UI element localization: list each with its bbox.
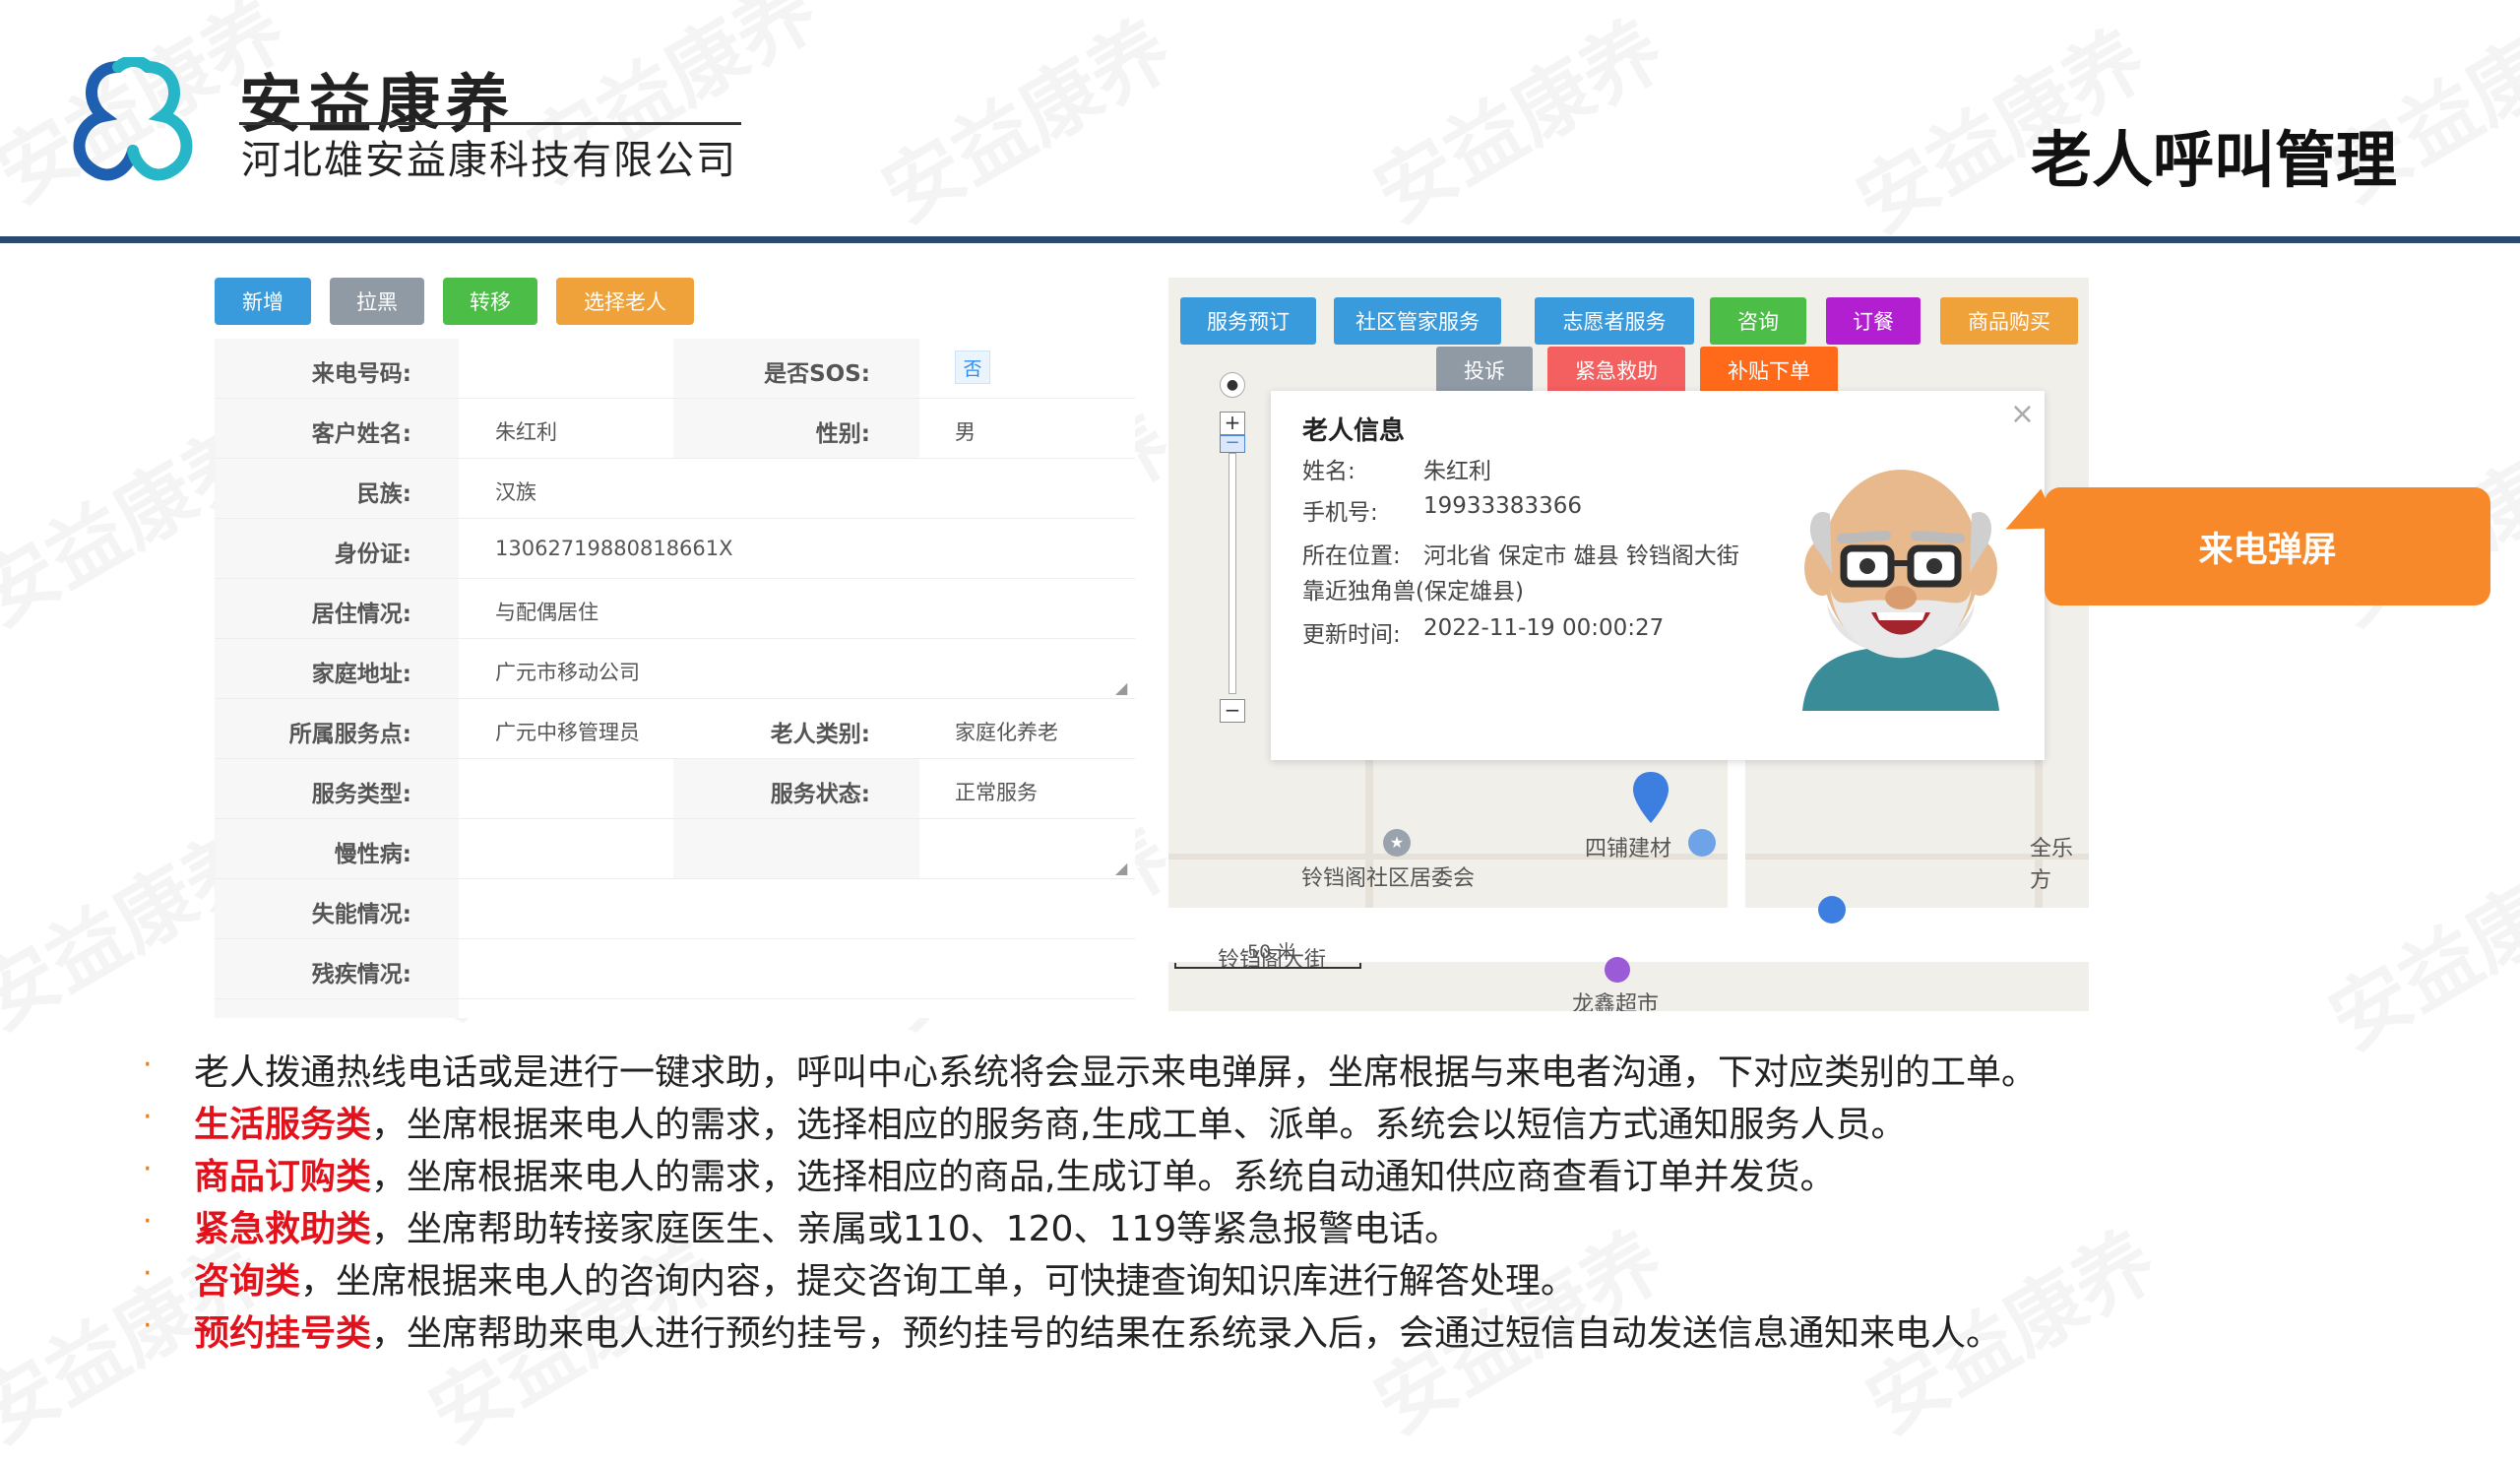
location-pin-icon — [1633, 772, 1669, 823]
service-status-field[interactable]: 正常服务 — [955, 777, 1038, 806]
brand-divider — [239, 122, 741, 125]
service-point-label: 所属服务点: — [288, 722, 411, 747]
elder-info-popup: × 老人信息 姓名: 朱红利 手机号: 19933383366 所在位置: 河北… — [1271, 391, 2045, 760]
map-label-quanyuan: 全乐方 — [2030, 837, 2074, 893]
sos-badge[interactable]: 否 — [955, 350, 990, 384]
market-icon — [1605, 957, 1630, 983]
popup-time-value: 2022-11-19 00:00:27 — [1423, 615, 1665, 641]
handicap-label: 残疾情况: — [311, 962, 411, 987]
add-button[interactable]: 新增 — [215, 278, 311, 325]
ethnicity-field[interactable]: 汉族 — [495, 477, 536, 506]
incoming-call-callout: 来电弹屏 — [2045, 487, 2490, 605]
bullet-dot: · — [143, 1204, 153, 1239]
disability-label: 失能情况: — [311, 902, 411, 927]
bullet-dot: · — [143, 1152, 153, 1186]
bullet-dot: · — [143, 1100, 153, 1134]
chronic-field[interactable] — [459, 819, 1135, 879]
header-rule — [0, 236, 2520, 243]
watermark: 安益康养 — [2305, 815, 2520, 1071]
bus-stop-icon — [1818, 896, 1846, 924]
living-field[interactable]: 与配偶居住 — [495, 597, 598, 626]
map-road — [1728, 760, 1745, 908]
caller-info-table: 来电号码: 是否SOS: 否 客户姓名: 朱红利 性别: 男 民族: 汉族 身份… — [215, 339, 1135, 1018]
bullet-dot: · — [143, 1308, 153, 1343]
header: 安益康养 河北雄安益康科技有限公司 老人呼叫管理 — [0, 0, 2520, 246]
living-label: 居住情况: — [311, 602, 411, 627]
service-point-field[interactable]: 广元中移管理员 — [495, 717, 640, 746]
popup-time-key: 更新时间: — [1302, 622, 1401, 648]
map-panel[interactable]: ● + − − 服务预订 社区管家服务 志愿者服务 咨询 订餐 商品购买 投诉 … — [1168, 278, 2089, 1011]
complaint-button[interactable]: 投诉 — [1436, 347, 1533, 394]
elder-type-field[interactable]: 家庭化养老 — [955, 717, 1058, 746]
popup-phone-key: 手机号: — [1302, 500, 1378, 526]
zoom-out-icon[interactable]: − — [1220, 699, 1245, 723]
subsidy-order-button[interactable]: 补贴下单 — [1700, 347, 1838, 394]
company-name: 河北雄安益康科技有限公司 — [241, 138, 737, 183]
gender-field[interactable]: 男 — [955, 416, 976, 446]
community-service-button[interactable]: 社区管家服务 — [1334, 297, 1501, 345]
close-icon[interactable]: × — [2010, 397, 2035, 431]
resize-handle-icon[interactable]: ◢ — [1115, 859, 1127, 877]
popup-name-key: 姓名: — [1302, 459, 1355, 484]
service-type-field[interactable] — [495, 777, 662, 802]
resize-handle-icon[interactable]: ◢ — [1115, 678, 1127, 697]
handicap-field[interactable] — [459, 939, 1135, 999]
map-label-committee: 铃铛阁社区居委会 — [1301, 866, 1476, 891]
zoom-out-top-icon[interactable]: − — [1220, 434, 1245, 453]
blacklist-button[interactable]: 拉黑 — [330, 278, 424, 325]
popup-phone-value: 19933383366 — [1423, 493, 1582, 519]
popup-location-value-2: 靠近独角兽(保定雄县) — [1302, 579, 1524, 605]
zoom-control[interactable]: ● + − − — [1220, 372, 1245, 727]
service-booking-button[interactable]: 服务预订 — [1180, 297, 1316, 345]
map-scale: 50 米 — [1247, 941, 1296, 963]
elder-avatar — [1802, 470, 1999, 711]
poi-icon: ★ — [1383, 829, 1411, 857]
meal-order-button[interactable]: 订餐 — [1826, 297, 1921, 345]
name-field[interactable]: 朱红利 — [495, 416, 557, 446]
locate-icon[interactable]: ● — [1220, 372, 1245, 398]
address-label: 家庭地址: — [311, 662, 411, 687]
consult-button[interactable]: 咨询 — [1710, 297, 1806, 345]
zoom-slider[interactable] — [1228, 453, 1236, 694]
phone-field[interactable] — [495, 356, 662, 382]
service-status-label: 服务状态: — [770, 782, 870, 807]
gender-label: 性别: — [815, 421, 870, 447]
address-field[interactable]: 广元市移动公司 — [495, 657, 640, 686]
popup-location-key: 所在位置: — [1302, 543, 1401, 569]
scale-bar — [1174, 963, 1361, 969]
elder-type-label: 老人类别: — [770, 722, 870, 747]
id-card-label: 身份证: — [334, 541, 411, 567]
select-elder-button[interactable]: 选择老人 — [556, 278, 694, 325]
caller-form-panel: 新增 拉黑 转移 选择老人 来电号码: 是否SOS: 否 客户姓名: 朱红利 性… — [215, 278, 1135, 1018]
goods-purchase-button[interactable]: 商品购买 — [1940, 297, 2078, 345]
volunteer-service-button[interactable]: 志愿者服务 — [1535, 297, 1694, 345]
phone-label: 来电号码: — [311, 361, 411, 387]
emergency-button[interactable]: 紧急救助 — [1547, 347, 1685, 394]
store-icon — [1688, 829, 1716, 857]
bullet-dot: · — [143, 1256, 153, 1291]
service-type-label: 服务类型: — [311, 782, 411, 807]
popup-name-value: 朱红利 — [1423, 459, 1491, 484]
id-card-field[interactable]: 13062719880818661X — [495, 537, 733, 560]
map-label-market: 龙鑫超市 — [1572, 992, 1660, 1011]
popup-title: 老人信息 — [1302, 416, 1406, 446]
chronic-label: 慢性病: — [334, 842, 411, 867]
map-label-store: 四铺建材 — [1585, 837, 1672, 861]
bullet-dot: · — [143, 1048, 153, 1082]
ethnicity-label: 民族: — [356, 481, 411, 507]
disability-field[interactable] — [459, 879, 1135, 939]
logo-icon — [73, 57, 193, 181]
transfer-button[interactable]: 转移 — [443, 278, 537, 325]
popup-location-value: 河北省 保定市 雄县 铃铛阁大街 — [1423, 543, 1739, 569]
sos-label: 是否SOS: — [764, 361, 870, 387]
page-title: 老人呼叫管理 — [2030, 124, 2397, 196]
name-label: 客户姓名: — [311, 421, 411, 447]
